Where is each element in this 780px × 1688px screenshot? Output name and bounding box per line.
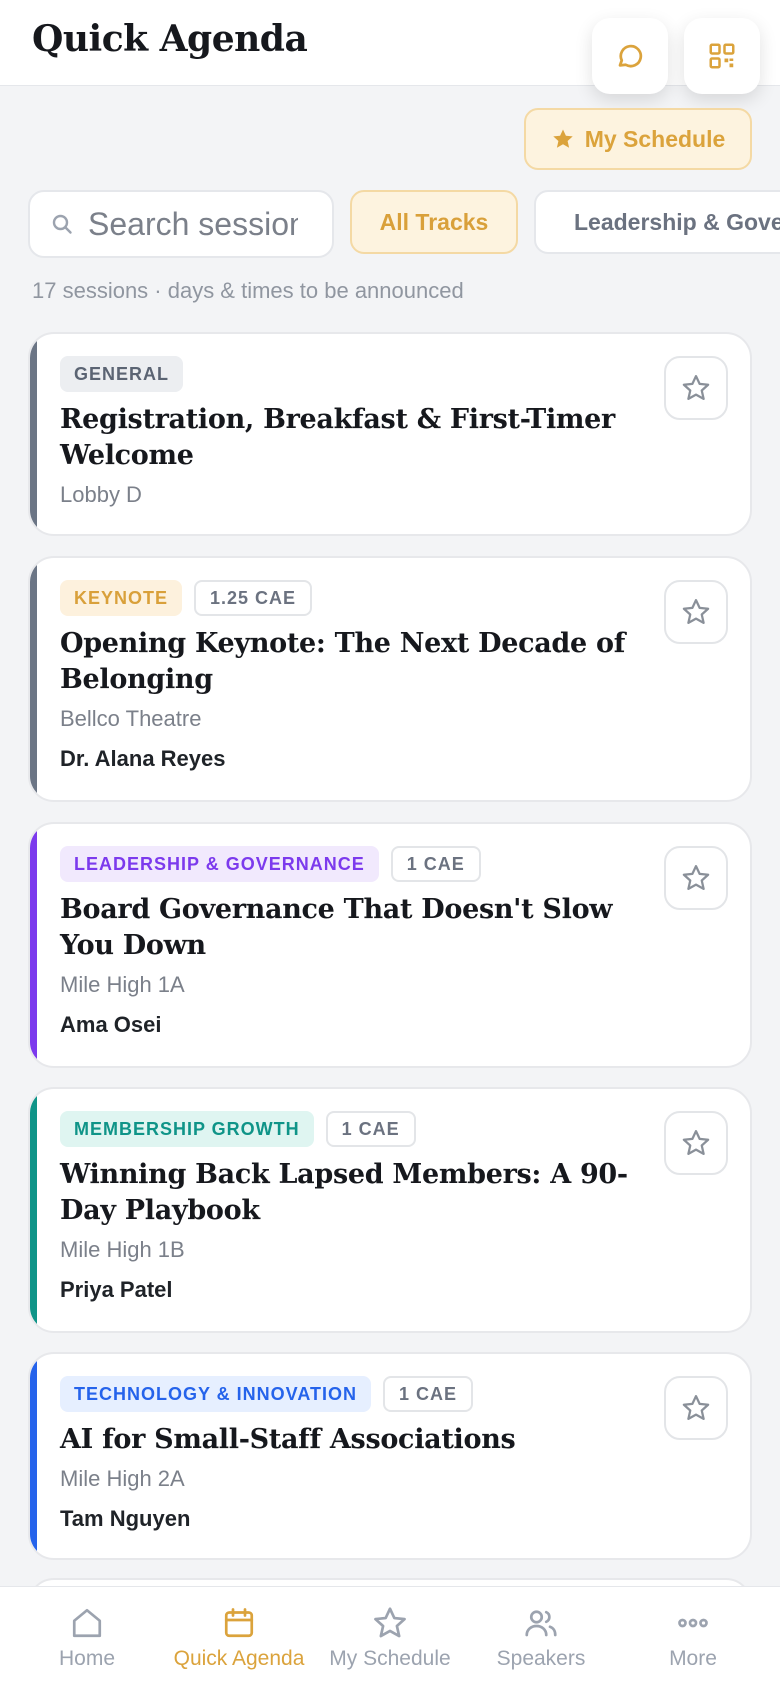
- qr-button[interactable]: [684, 18, 760, 94]
- track-accent: [30, 334, 37, 534]
- session-room: Mile High 1A: [60, 972, 185, 997]
- session-card[interactable]: TECHNOLOGY & INNOVATION 1 CAE AI for Sma…: [28, 1352, 752, 1560]
- my-schedule-label: My Schedule: [584, 125, 726, 152]
- session-speaker: Ama Osei: [60, 1012, 162, 1037]
- favorite-button[interactable]: [664, 580, 728, 644]
- tab-label: Home: [58, 1647, 116, 1670]
- session-speaker: Dr. Alana Reyes: [60, 746, 226, 771]
- chat-bubble-icon: [618, 44, 643, 68]
- session-card[interactable]: MEMBERSHIP GROWTH 1 CAE Winning Back Lap…: [28, 1087, 752, 1333]
- favorite-button[interactable]: [664, 846, 728, 910]
- session-speaker: Tam Nguyen: [60, 1506, 191, 1531]
- cae-badge: 1 CAE: [383, 1376, 474, 1412]
- session-card[interactable]: GENERAL Registration, Breakfast & First-…: [28, 332, 752, 536]
- tab-speakers[interactable]: Speakers: [465, 1587, 617, 1688]
- session-room: Mile High 1B: [60, 1237, 185, 1262]
- star-outline-icon: [682, 1130, 710, 1155]
- qr-code-icon: [709, 43, 735, 69]
- track-tag: LEADERSHIP & GOVERNANCE: [60, 846, 379, 882]
- favorite-button[interactable]: [664, 356, 728, 420]
- search-icon: [52, 214, 72, 234]
- track-tag: TECHNOLOGY & INNOVATION: [60, 1376, 372, 1412]
- favorite-button[interactable]: [664, 1376, 728, 1440]
- session-title: AI for Small-Staff Associations: [60, 1424, 516, 1455]
- tab-label: Speakers: [496, 1647, 586, 1670]
- filter-all-tracks[interactable]: All Tracks: [350, 190, 518, 254]
- cae-badge: 1 CAE: [390, 846, 481, 882]
- track-accent: [30, 1089, 37, 1331]
- filter-leadership[interactable]: Leadership & Governance: [534, 190, 780, 254]
- track-accent: [30, 558, 37, 800]
- tab-more[interactable]: More: [617, 1587, 769, 1688]
- search-input[interactable]: [88, 205, 298, 243]
- cae-badge: 1 CAE: [325, 1111, 416, 1147]
- session-room: Lobby D: [60, 482, 142, 507]
- session-card[interactable]: KEYNOTE 1.25 CAE Opening Keynote: The Ne…: [28, 556, 752, 802]
- tab-quick-agenda[interactable]: Quick Agenda: [163, 1587, 315, 1688]
- session-speaker: Priya Patel: [60, 1277, 173, 1302]
- my-schedule-button[interactable]: My Schedule: [524, 108, 752, 170]
- bottom-tab-bar: Home Quick Agenda My Schedule Speakers M…: [0, 1586, 780, 1688]
- track-accent: [30, 824, 37, 1066]
- session-title: Board Governance That Doesn't Slow You D…: [60, 894, 613, 961]
- session-title: Winning Back Lapsed Members: A 90-Day Pl…: [60, 1159, 628, 1226]
- filter-leadership-label: Leadership & Governance: [574, 208, 780, 235]
- star-icon: [552, 129, 573, 148]
- session-room: Mile High 2A: [60, 1466, 185, 1491]
- search-box[interactable]: [28, 190, 334, 258]
- track-tag: KEYNOTE: [60, 580, 183, 616]
- people-icon: [525, 1610, 557, 1637]
- star-icon: [374, 1607, 406, 1638]
- track-tag: MEMBERSHIP GROWTH: [60, 1111, 314, 1147]
- track-accent: [30, 1354, 37, 1558]
- tab-my-schedule[interactable]: My Schedule: [314, 1587, 466, 1688]
- filter-row: All Tracks Leadership & Governance: [0, 190, 780, 258]
- tab-label: Quick Agenda: [173, 1647, 305, 1670]
- session-card[interactable]: LEADERSHIP & GOVERNANCE 1 CAE Board Gove…: [28, 822, 752, 1068]
- session-count: 17 sessions · days & times to be announc…: [32, 278, 464, 303]
- session-title: Registration, Breakfast & First-Timer We…: [60, 404, 615, 471]
- tab-label: More: [669, 1647, 717, 1670]
- session-title: Opening Keynote: The Next Decade of Belo…: [60, 628, 626, 695]
- page-title: Quick Agenda: [32, 18, 308, 60]
- session-room: Bellco Theatre: [60, 706, 202, 731]
- star-outline-icon: [682, 599, 710, 624]
- track-tag: GENERAL: [60, 356, 184, 392]
- favorite-button[interactable]: [664, 1111, 728, 1175]
- tab-home[interactable]: Home: [11, 1587, 163, 1688]
- star-outline-icon: [682, 1395, 710, 1420]
- calendar-icon: [224, 1608, 254, 1638]
- star-outline-icon: [682, 865, 710, 890]
- tab-label: My Schedule: [329, 1647, 451, 1670]
- cae-badge: 1.25 CAE: [194, 580, 313, 616]
- more-icon: [678, 1618, 708, 1628]
- star-outline-icon: [682, 375, 710, 400]
- home-icon: [72, 1608, 102, 1638]
- chat-button[interactable]: [592, 18, 668, 94]
